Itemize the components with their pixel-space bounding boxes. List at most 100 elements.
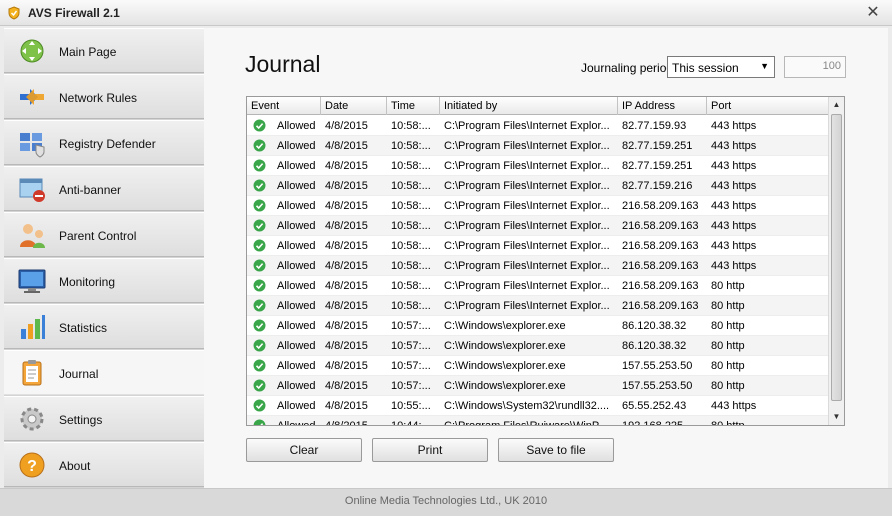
table-row[interactable]: Allowed 4/8/2015 10:57:... C:\Windows\explo… xyxy=(247,316,829,336)
date-cell: 4/8/2015 xyxy=(325,360,368,372)
table-row[interactable]: Allowed 4/8/2015 10:57:... C:\Windows\explo… xyxy=(247,356,829,376)
table-row[interactable]: Allowed 4/8/2015 10:58:... C:\Program Files… xyxy=(247,276,829,296)
close-button[interactable]: ✕ xyxy=(863,3,883,22)
clear-button[interactable]: Clear xyxy=(246,438,362,462)
allowed-check-icon xyxy=(253,219,266,232)
table-row[interactable]: Allowed 4/8/2015 10:58:... C:\Program Files… xyxy=(247,216,829,236)
table-row[interactable]: Allowed 4/8/2015 10:58:... C:\Program Files… xyxy=(247,236,829,256)
ip-address-cell: 65.55.252.43 xyxy=(622,400,687,412)
column-header-time[interactable]: Time xyxy=(387,97,440,115)
port-cell: 443 https xyxy=(711,200,757,212)
sidebar-item-label: Monitoring xyxy=(59,275,116,289)
date-cell: 4/8/2015 xyxy=(325,420,368,426)
table-row[interactable]: Allowed 4/8/2015 10:58:... C:\Program Files… xyxy=(247,116,829,136)
port-cell: 443 https xyxy=(711,180,757,192)
allowed-check-icon xyxy=(253,179,266,192)
allowed-check-icon xyxy=(253,339,266,352)
time-cell: 10:58:... xyxy=(391,200,431,212)
time-cell: 10:58:... xyxy=(391,240,431,252)
column-header-port[interactable]: Port xyxy=(707,97,829,115)
sidebar-item-statistics[interactable]: Statistics xyxy=(4,304,204,349)
app-shield-icon xyxy=(8,6,20,20)
sidebar-item-label: Settings xyxy=(59,413,103,427)
table-row[interactable]: Allowed 4/8/2015 10:58:... C:\Program Files… xyxy=(247,156,829,176)
allowed-check-icon xyxy=(253,379,266,392)
initiated-by-cell: C:\Program Files\Internet Explor... xyxy=(444,180,610,192)
allowed-check-icon xyxy=(253,299,266,312)
table-row[interactable]: Allowed 4/8/2015 10:58:... C:\Program Files… xyxy=(247,296,829,316)
scrollbar-thumb[interactable] xyxy=(831,114,842,401)
column-header-initiated-by[interactable]: Initiated by xyxy=(440,97,618,115)
sidebar-item-main-page[interactable]: Main Page xyxy=(4,28,204,73)
table-row[interactable]: Allowed 4/8/2015 10:44:... C:\Program Files… xyxy=(247,416,829,426)
table-row[interactable]: Allowed 4/8/2015 10:57:... C:\Windows\explo… xyxy=(247,336,829,356)
column-header-ip-address[interactable]: IP Address xyxy=(618,97,707,115)
initiated-by-cell: C:\Windows\explorer.exe xyxy=(444,380,566,392)
initiated-by-cell: C:\Program Files\Internet Explor... xyxy=(444,240,610,252)
table-row[interactable]: Allowed 4/8/2015 10:55:... C:\Windows\Syste… xyxy=(247,396,829,416)
table-row[interactable]: Allowed 4/8/2015 10:58:... C:\Program Files… xyxy=(247,196,829,216)
initiated-by-cell: C:\Program Files\Ruiware\WinPat... xyxy=(444,420,618,426)
scroll-up-icon[interactable]: ▲ xyxy=(829,97,844,113)
time-cell: 10:58:... xyxy=(391,220,431,232)
time-cell: 10:57:... xyxy=(391,340,431,352)
date-cell: 4/8/2015 xyxy=(325,380,368,392)
network-rules-icon xyxy=(20,89,44,105)
port-cell: 80 http xyxy=(711,420,745,426)
table-row[interactable]: Allowed 4/8/2015 10:58:... C:\Program Files… xyxy=(247,136,829,156)
date-cell: 4/8/2015 xyxy=(325,340,368,352)
table-row[interactable]: Allowed 4/8/2015 10:57:... C:\Windows\explo… xyxy=(247,376,829,396)
journal-limit-field[interactable]: 100 xyxy=(784,56,846,78)
scroll-down-icon[interactable]: ▼ xyxy=(829,409,844,425)
ip-address-cell: 86.120.38.32 xyxy=(622,320,687,332)
time-cell: 10:57:... xyxy=(391,380,431,392)
date-cell: 4/8/2015 xyxy=(325,300,368,312)
time-cell: 10:58:... xyxy=(391,120,431,132)
sidebar-item-label: Anti-banner xyxy=(59,183,122,197)
window-title: AVS Firewall 2.1 xyxy=(28,6,120,20)
sidebar-item-parent-control[interactable]: Parent Control xyxy=(4,212,204,257)
sidebar-item-network-rules[interactable]: Network Rules xyxy=(4,74,204,119)
port-cell: 80 http xyxy=(711,280,745,292)
date-cell: 4/8/2015 xyxy=(325,180,368,192)
sidebar-item-settings[interactable]: Settings xyxy=(4,396,204,441)
ip-address-cell: 82.77.159.93 xyxy=(622,120,687,132)
vertical-scrollbar[interactable]: ▲ ▼ xyxy=(828,97,844,425)
table-body: Allowed 4/8/2015 10:58:... C:\Program Files… xyxy=(247,116,829,426)
port-cell: 443 https xyxy=(711,220,757,232)
date-cell: 4/8/2015 xyxy=(325,400,368,412)
initiated-by-cell: C:\Program Files\Internet Explor... xyxy=(444,200,610,212)
table-row[interactable]: Allowed 4/8/2015 10:58:... C:\Program Files… xyxy=(247,256,829,276)
time-cell: 10:57:... xyxy=(391,320,431,332)
port-cell: 80 http xyxy=(711,340,745,352)
time-cell: 10:58:... xyxy=(391,280,431,292)
time-cell: 10:58:... xyxy=(391,180,431,192)
sidebar-item-anti-banner[interactable]: Anti-banner xyxy=(4,166,204,211)
journaling-period-select[interactable]: This session ▼ xyxy=(667,56,775,78)
allowed-check-icon xyxy=(253,199,266,212)
save-to-file-button[interactable]: Save to file xyxy=(498,438,614,462)
table-row[interactable]: Allowed 4/8/2015 10:58:... C:\Program Files… xyxy=(247,176,829,196)
svg-text:?: ? xyxy=(27,458,37,475)
ip-address-cell: 82.77.159.251 xyxy=(622,140,693,152)
sidebar-item-registry-defender[interactable]: Registry Defender xyxy=(4,120,204,165)
monitoring-icon xyxy=(18,269,46,293)
ip-address-cell: 216.58.209.163 xyxy=(622,260,699,272)
allowed-check-icon xyxy=(253,359,266,372)
column-header-date[interactable]: Date xyxy=(321,97,387,115)
initiated-by-cell: C:\Program Files\Internet Explor... xyxy=(444,160,610,172)
ip-address-cell: 192.168.225 xyxy=(622,420,684,426)
date-cell: 4/8/2015 xyxy=(325,140,368,152)
time-cell: 10:57:... xyxy=(391,360,431,372)
initiated-by-cell: C:\Program Files\Internet Explor... xyxy=(444,220,610,232)
sidebar-item-monitoring[interactable]: Monitoring xyxy=(4,258,204,303)
sidebar-item-about[interactable]: ? About xyxy=(4,442,204,487)
print-button[interactable]: Print xyxy=(372,438,488,462)
column-header-event[interactable]: Event xyxy=(247,97,321,115)
port-cell: 443 https xyxy=(711,120,757,132)
date-cell: 4/8/2015 xyxy=(325,260,368,272)
sidebar-item-label: Statistics xyxy=(59,321,108,335)
initiated-by-cell: C:\Windows\explorer.exe xyxy=(444,340,566,352)
statistics-icon xyxy=(21,315,45,339)
sidebar-item-journal[interactable]: Journal xyxy=(4,350,204,395)
